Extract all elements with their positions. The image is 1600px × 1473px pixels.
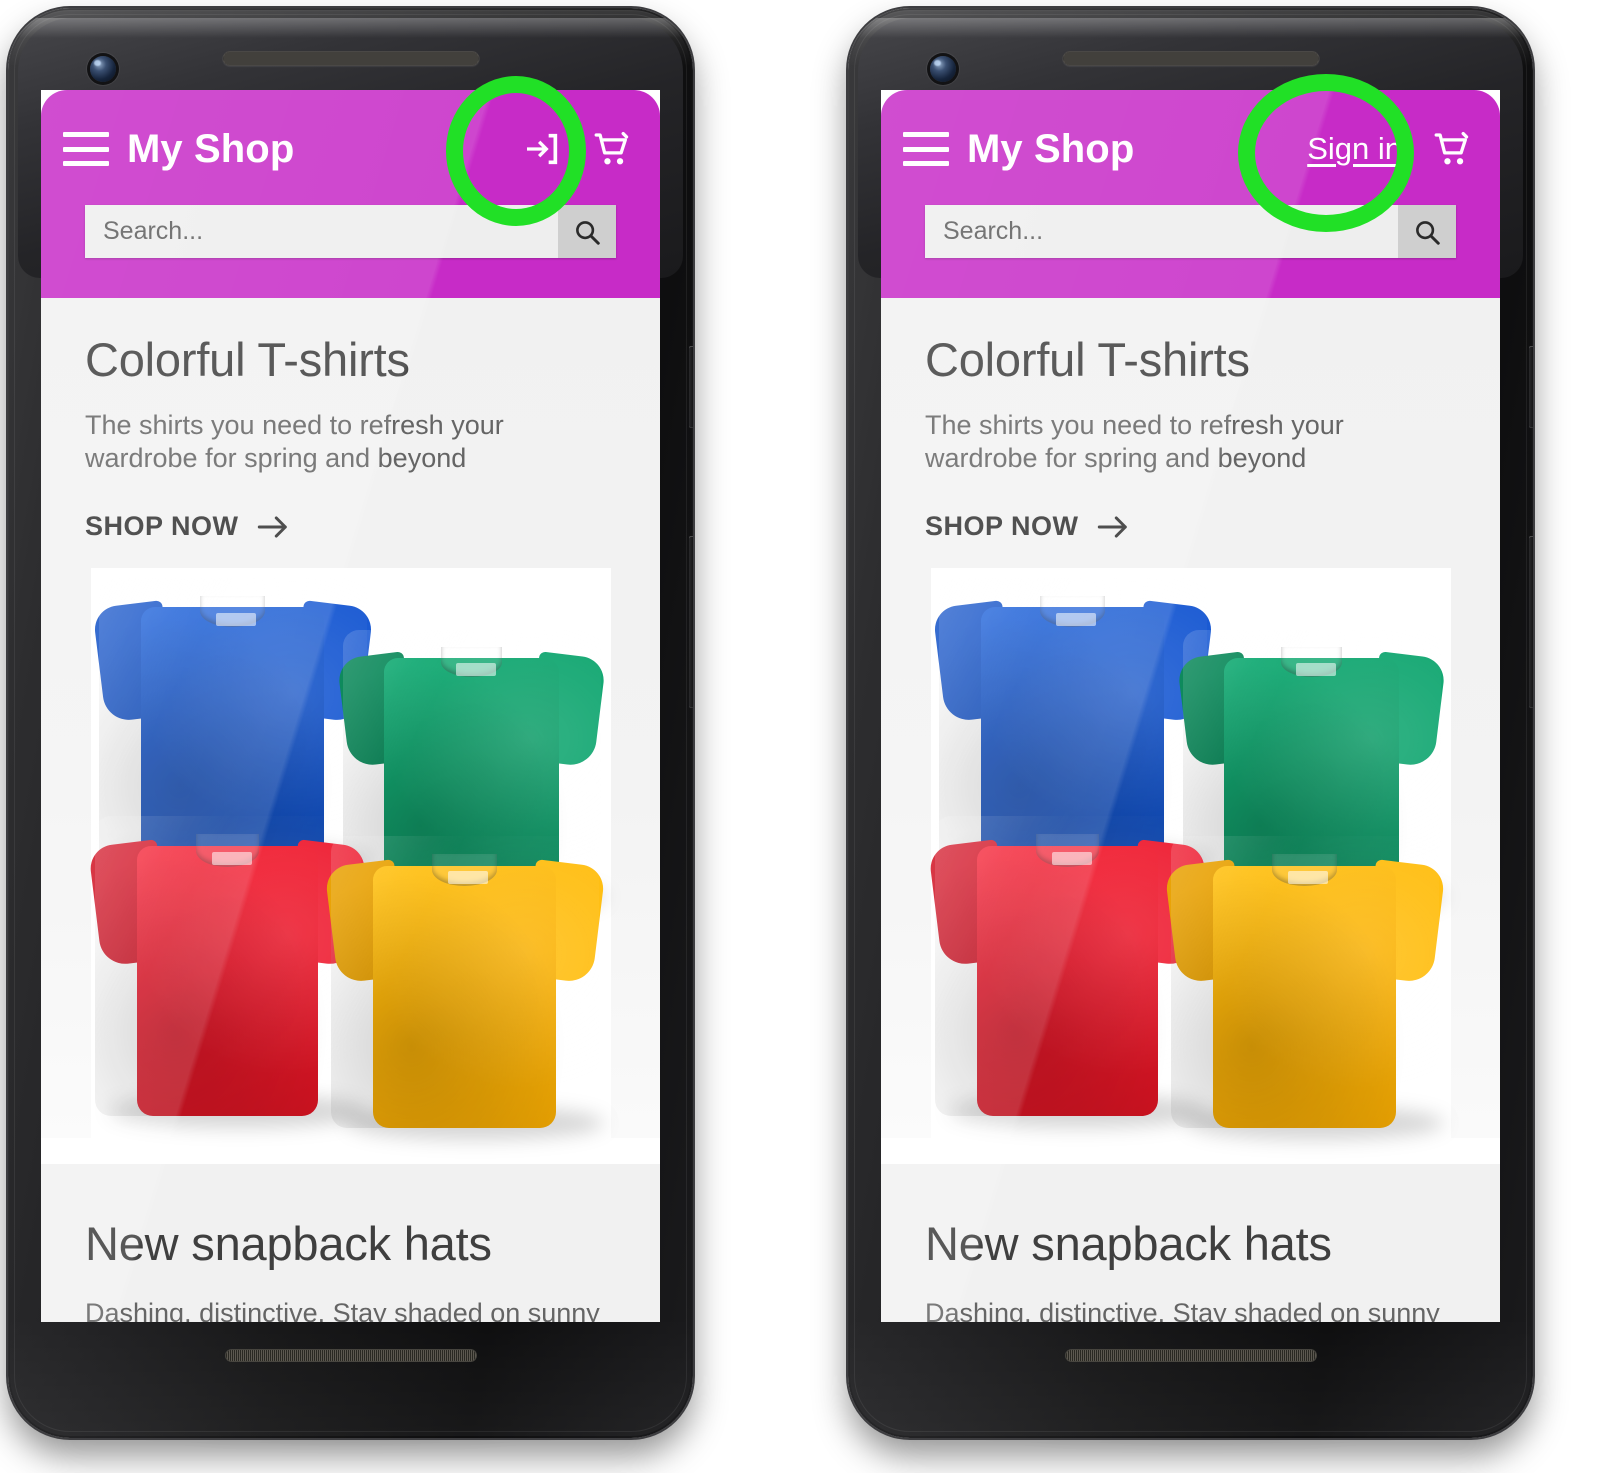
shop-now-button[interactable]: SHOP NOW [85,511,291,542]
search-bar[interactable] [925,205,1456,258]
shop-now-label: SHOP NOW [925,511,1079,542]
page-title: My Shop [967,126,1135,171]
tshirts-photo [927,568,1451,1141]
phone-right: My Shop Sign in Search... Colorful T-shi… [848,8,1533,1444]
card-body: Dashing, distinctive. Stay shaded on sun… [925,1298,1440,1322]
page-content: Colorful T-shirts The shirts you need to… [881,298,1500,1322]
search-icon [576,220,600,245]
shop-now-label: SHOP NOW [85,511,239,542]
search-input[interactable] [925,205,1398,258]
card-heading: Colorful T-shirts [85,333,410,386]
phone-body-left: My Shop Search... Colorful T-shirts The … [8,8,693,1438]
red-tshirt [927,816,1208,1129]
power-button[interactable] [1529,346,1533,428]
shopping-cart-icon[interactable] [586,126,638,172]
earpiece-speaker-icon [1062,51,1319,66]
tshirts-photo [87,568,611,1141]
arrow-right-icon [257,516,287,538]
card-heading: New snapback hats [85,1217,492,1271]
card-snapback-hats: New snapback hats Dashing, distinctive. … [881,1164,1500,1322]
hamburger-menu-icon[interactable] [63,132,109,166]
volume-button[interactable] [689,536,693,708]
search-icon [1416,220,1440,245]
shopping-cart-icon[interactable] [1426,126,1478,172]
card-colorful-tshirts: Colorful T-shirts The shirts you need to… [881,298,1500,1141]
arrow-right-icon [1097,516,1127,538]
phone-body-right: My Shop Sign in Search... Colorful T-shi… [848,8,1533,1438]
app-bar: My Shop [41,90,660,298]
search-button[interactable] [558,205,616,258]
card-heading: Colorful T-shirts [925,333,1250,386]
phone-visor-gloss [18,18,683,38]
phone-visor-gloss [858,18,1523,38]
page-title: My Shop [127,126,295,171]
shop-now-button[interactable]: SHOP NOW [925,511,1131,542]
phone-left: My Shop Search... Colorful T-shirts The … [8,8,693,1444]
power-button[interactable] [689,346,693,428]
login-arrow-icon[interactable] [516,127,568,171]
card-heading: New snapback hats [925,1217,1332,1271]
red-tshirt [87,816,368,1129]
card-snapback-hats: New snapback hats Dashing, distinctive. … [41,1164,660,1322]
search-input[interactable] [85,205,558,258]
card-body: The shirts you need to refresh your ward… [85,410,504,474]
card-colorful-tshirts: Colorful T-shirts The shirts you need to… [41,298,660,1141]
search-bar[interactable] [85,205,616,258]
sign-in-link[interactable]: Sign in [1307,131,1402,167]
yellow-tshirt [323,836,606,1141]
page-content: Colorful T-shirts The shirts you need to… [41,298,660,1322]
volume-button[interactable] [1529,536,1533,708]
earpiece-speaker-icon [222,51,479,66]
camera-glint [934,60,941,66]
bottom-speaker-icon [1064,1349,1317,1362]
app-bar: My Shop Sign in [881,90,1500,298]
yellow-tshirt [1163,836,1446,1141]
front-camera-icon [90,56,116,82]
search-button[interactable] [1398,205,1456,258]
hamburger-menu-icon[interactable] [903,132,949,166]
phone-screen-right: My Shop Sign in Search... Colorful T-shi… [881,90,1500,1322]
card-body: The shirts you need to refresh your ward… [925,410,1344,474]
camera-glint [94,60,101,66]
bottom-speaker-icon [224,1349,477,1362]
card-body: Dashing, distinctive. Stay shaded on sun… [85,1298,600,1322]
phone-screen-left: My Shop Search... Colorful T-shirts The … [41,90,660,1322]
front-camera-icon [930,56,956,82]
